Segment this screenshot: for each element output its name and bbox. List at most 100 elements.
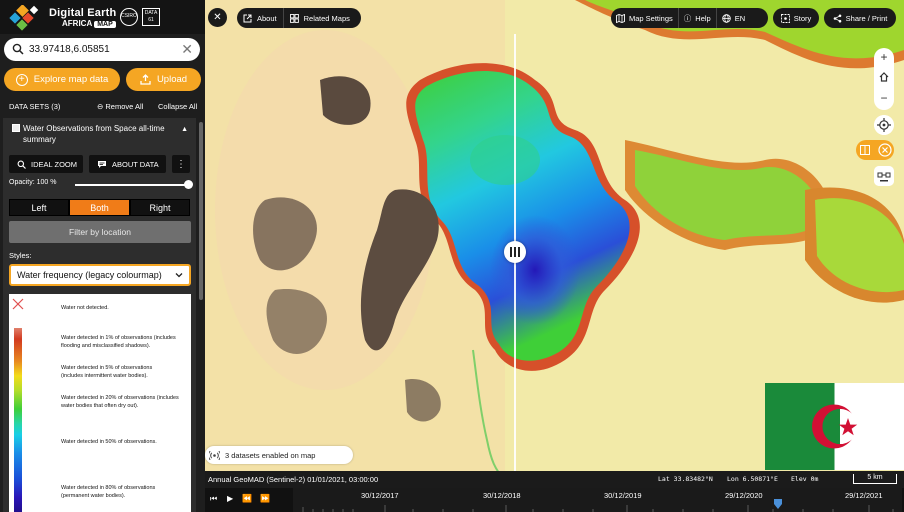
zoom-controls: + − [874, 48, 894, 110]
legend-item: Water detected in 1% of observations (in… [61, 335, 176, 349]
ideal-zoom-label: IDEAL ZOOM [31, 159, 77, 169]
close-map-button[interactable]: ✕ [208, 8, 227, 27]
search-input[interactable] [29, 41, 179, 58]
external-link-icon [243, 14, 252, 22]
about-data-button[interactable]: ABOUT DATA [89, 155, 166, 173]
compare-toggle[interactable] [856, 140, 894, 160]
brand-header: Digital Earth AFRICA MAP CSIRO DATA 61 [0, 0, 205, 34]
search-icon [12, 43, 24, 55]
digital-earth-logo-icon [9, 5, 39, 31]
data61-logo: DATA 61 [142, 8, 160, 26]
split-view-icon [860, 145, 870, 155]
current-dataset-label: Annual GeoMAD (Sentinel-2) 01/01/2021, 0… [208, 475, 379, 484]
legend-item: Water detected in 20% of observations (i… [61, 395, 179, 409]
chevron-down-icon [175, 273, 183, 278]
datasets-enabled-label: 3 datasets enabled on map [225, 450, 316, 460]
zoom-search-icon [17, 160, 26, 169]
skip-to-start-icon[interactable]: ⏮ [210, 494, 217, 504]
language-label: EN [734, 13, 746, 23]
collapse-all-button[interactable]: Collapse All [158, 102, 197, 111]
legend-no-water-icon [12, 298, 24, 310]
timeline-label: 29/12/2021 [845, 491, 883, 500]
algeria-flag-image [765, 383, 904, 470]
timeline-label: 30/12/2017 [361, 491, 399, 500]
more-options-icon[interactable]: ⋮ [172, 155, 190, 173]
upload-icon [140, 74, 151, 85]
home-icon[interactable] [879, 72, 889, 82]
opacity-slider-track[interactable] [75, 184, 191, 186]
satellite-icon[interactable] [874, 166, 894, 186]
story-label: Story [793, 13, 812, 23]
upload-label: Upload [156, 74, 188, 85]
grip-bar [514, 247, 516, 257]
grip-bar [510, 247, 512, 257]
step-forward-icon[interactable]: ⏩ [260, 494, 270, 503]
zoom-in-icon[interactable]: + [874, 51, 894, 63]
sidebar-scrollbar-thumb[interactable] [199, 122, 203, 300]
help-button[interactable]: ⓘ Help [679, 8, 716, 28]
play-icon[interactable]: ▶ [227, 494, 233, 503]
related-maps-button[interactable]: Related Maps [284, 8, 356, 28]
share-print-button[interactable]: Share / Print [824, 8, 896, 28]
elevation-readout: Elev 0m [791, 475, 819, 483]
timeline: ⏮ ▶ ⏪ ⏩ 30/12/2017 30/12/2018 30/12/2019… [205, 488, 904, 512]
legend-item: Water detected in 80% of observations (p… [61, 485, 156, 499]
timeline-ticks [302, 505, 894, 512]
styles-label: Styles: [9, 251, 32, 260]
map-settings-button[interactable]: Map Settings [611, 8, 678, 28]
about-data-label: ABOUT DATA [112, 159, 159, 169]
step-back-icon[interactable]: ⏪ [242, 494, 252, 503]
opacity-slider-handle[interactable] [184, 180, 193, 189]
map-settings-label: Map Settings [629, 13, 673, 23]
filter-by-location-button[interactable]: Filter by location [9, 221, 191, 243]
about-button[interactable]: About [237, 8, 283, 28]
legend-item: Water detected in 5% of observations (in… [61, 365, 153, 379]
dataset-title[interactable]: Water Observations from Space all-time s… [23, 123, 171, 145]
zoom-out-icon[interactable]: − [874, 92, 894, 104]
datasets-enabled-indicator[interactable]: 3 datasets enabled on map [205, 446, 353, 464]
explore-map-data-button[interactable]: + Explore map data [4, 68, 120, 91]
clear-search-icon[interactable]: ✕ [181, 41, 193, 57]
split-right-button[interactable]: Right [130, 199, 190, 216]
broadcast-icon [209, 450, 220, 460]
grip-bar [518, 247, 520, 257]
brand-title: Digital Earth [49, 7, 117, 19]
locate-icon[interactable] [874, 115, 894, 135]
about-related-group: About Related Maps [237, 8, 361, 28]
remove-all-label: Remove All [105, 102, 144, 111]
timeline-current-marker[interactable] [774, 499, 782, 509]
timeline-label: 30/12/2019 [604, 491, 642, 500]
timeline-label: 30/12/2018 [483, 491, 521, 500]
caret-up-icon[interactable]: ▲ [181, 126, 188, 133]
settings-help-lang-group: Map Settings ⓘ Help EN [611, 8, 768, 28]
map-info-bar: Annual GeoMAD (Sentinel-2) 01/01/2021, 0… [205, 471, 904, 488]
remove-all-button[interactable]: ⊖ Remove All [97, 102, 143, 111]
split-both-button[interactable]: Both [69, 199, 130, 216]
app-root: Digital Earth AFRICAMAP CSIRO DATA 61 ✕ … [0, 0, 904, 512]
scale-bar: 5 km [853, 474, 897, 484]
dataset-checkbox[interactable] [12, 124, 20, 132]
split-drag-handle[interactable] [504, 241, 526, 263]
close-compare-icon[interactable] [878, 143, 892, 157]
ideal-zoom-button[interactable]: IDEAL ZOOM [9, 155, 83, 173]
upload-button[interactable]: Upload [126, 68, 201, 91]
latitude-readout: Lat 33.83482°N [658, 475, 713, 483]
explore-map-data-label: Explore map data [33, 74, 109, 85]
style-select[interactable]: Water frequency (legacy colourmap) [9, 264, 191, 286]
help-icon: ⓘ [683, 13, 692, 23]
legend: Water not detected. Water detected in 1%… [9, 294, 191, 512]
dataset-panel: Water Observations from Space all-time s… [3, 118, 196, 512]
grid-icon [289, 13, 299, 23]
legend-item: Water not detected. [61, 305, 109, 311]
split-left-button[interactable]: Left [9, 199, 69, 216]
legend-item: Water detected in 50% of observations. [61, 439, 157, 445]
search-box: ✕ [4, 38, 200, 61]
csiro-logo: CSIRO [120, 8, 138, 26]
related-maps-label: Related Maps [303, 13, 350, 23]
story-button[interactable]: Story [773, 8, 819, 28]
about-label: About [257, 13, 277, 23]
help-label: Help [695, 13, 711, 23]
share-print-label: Share / Print [845, 13, 888, 23]
legend-color-ramp [14, 328, 22, 512]
language-button[interactable]: EN [717, 8, 750, 28]
